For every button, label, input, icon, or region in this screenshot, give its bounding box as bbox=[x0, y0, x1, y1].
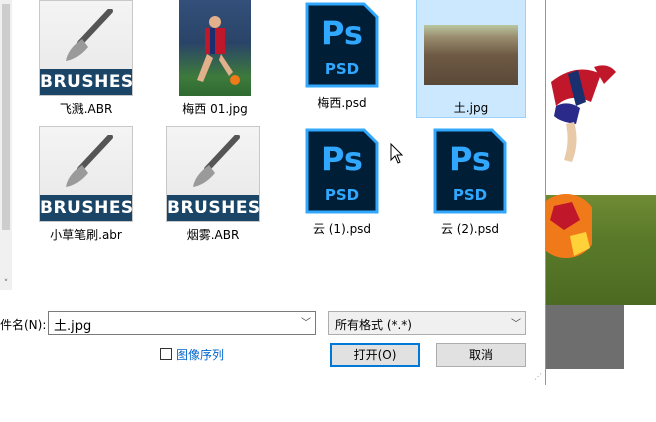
brushes-file-icon: BRUSHES bbox=[166, 126, 260, 222]
psd-file-icon: Ps PSD bbox=[432, 126, 508, 216]
file-name: 云 (1).psd bbox=[312, 222, 372, 236]
file-name: 云 (2).psd bbox=[440, 222, 500, 236]
file-name: 烟雾.ABR bbox=[186, 228, 240, 242]
filetype-value: 所有格式 (*.*) bbox=[335, 318, 412, 332]
file-item-selected[interactable]: 土.jpg bbox=[416, 0, 526, 118]
psd-file-icon: Ps PSD bbox=[304, 0, 380, 90]
resize-grip-icon[interactable]: ⋰ bbox=[534, 372, 542, 381]
filetype-select[interactable]: 所有格式 (*.*) ﹀ bbox=[328, 311, 526, 335]
photo-thumbnail bbox=[179, 0, 251, 96]
file-item[interactable]: BRUSHES 小草笔刷.abr bbox=[35, 126, 137, 243]
soccer-ball-image bbox=[546, 194, 592, 258]
brushes-file-icon: BRUSHES bbox=[39, 126, 133, 222]
open-file-dialog: ˅ BRUSHES 飞溅.ABR 梅西 01.jpg Ps PSD 梅西.psd… bbox=[0, 0, 546, 385]
open-button[interactable]: 打开(O) bbox=[330, 343, 420, 367]
chevron-down-icon[interactable]: ﹀ bbox=[511, 315, 521, 330]
file-item[interactable]: Ps PSD 梅西.psd bbox=[291, 0, 393, 111]
image-sequence-checkbox[interactable] bbox=[160, 348, 172, 360]
chevron-down-icon[interactable]: ﹀ bbox=[301, 314, 311, 329]
file-name: 土.jpg bbox=[453, 101, 489, 115]
cancel-button[interactable]: 取消 bbox=[436, 343, 526, 367]
filename-value: 土.jpg bbox=[54, 319, 92, 334]
block-shadow bbox=[546, 305, 624, 369]
scrollbar-thumb[interactable] bbox=[2, 4, 10, 230]
brushes-file-icon: BRUSHES bbox=[39, 0, 133, 96]
file-name: 梅西 01.jpg bbox=[182, 102, 248, 116]
scroll-down-arrow-icon[interactable]: ˅ bbox=[0, 278, 12, 290]
mouse-cursor-icon bbox=[390, 143, 404, 164]
file-name: 梅西.psd bbox=[317, 96, 367, 110]
soil-thumbnail bbox=[424, 25, 518, 85]
file-item[interactable]: Ps PSD 云 (1).psd bbox=[291, 126, 393, 237]
soccer-player-image bbox=[551, 65, 616, 162]
filename-input[interactable]: 土.jpg ﹀ bbox=[48, 311, 316, 335]
vertical-scrollbar[interactable]: ˅ bbox=[0, 0, 12, 290]
file-item[interactable]: BRUSHES 烟雾.ABR bbox=[162, 126, 264, 243]
file-name: 飞溅.ABR bbox=[59, 102, 113, 116]
file-item[interactable]: Ps PSD 云 (2).psd bbox=[419, 126, 521, 237]
file-item[interactable]: 梅西 01.jpg bbox=[164, 0, 266, 117]
file-item[interactable]: BRUSHES 飞溅.ABR bbox=[35, 0, 137, 117]
filename-label: 件名(N): bbox=[0, 318, 47, 332]
image-sequence-label[interactable]: 图像序列 bbox=[176, 346, 224, 363]
file-name: 小草笔刷.abr bbox=[50, 228, 122, 242]
psd-file-icon: Ps PSD bbox=[304, 126, 380, 216]
